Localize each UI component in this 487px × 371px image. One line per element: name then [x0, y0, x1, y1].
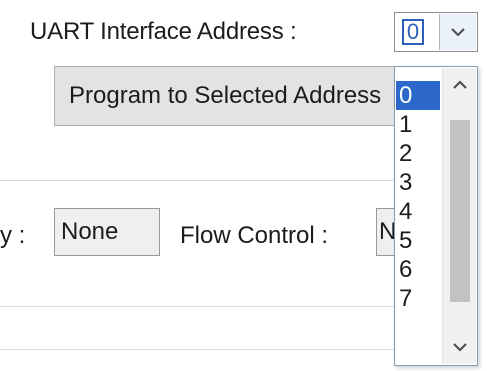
parity-label: y :	[0, 222, 26, 249]
chevron-down-icon[interactable]	[439, 14, 476, 50]
divider	[0, 306, 400, 307]
dropdown-option-6[interactable]: 6	[396, 255, 440, 284]
divider	[0, 180, 400, 181]
dropdown-scrollbar[interactable]	[442, 68, 476, 364]
dropdown-option-2[interactable]: 2	[396, 139, 440, 168]
parity-field[interactable]: None	[54, 208, 160, 256]
dropdown-option-1[interactable]: 1	[396, 110, 440, 139]
uart-address-select[interactable]: 0	[394, 12, 478, 52]
scrollbar-thumb[interactable]	[450, 120, 470, 302]
uart-address-dropdown-list[interactable]: 0 1 2 3 4 5 6 7	[394, 66, 478, 366]
chevron-up-icon[interactable]	[443, 68, 477, 102]
divider	[0, 349, 400, 350]
chevron-down-icon[interactable]	[443, 330, 477, 364]
uart-settings-panel: UART Interface Address : 0 Program to Se…	[0, 0, 487, 371]
dropdown-option-5[interactable]: 5	[396, 226, 440, 255]
dropdown-option-7[interactable]: 7	[396, 284, 440, 313]
flow-control-label: Flow Control :	[180, 222, 329, 249]
uart-address-label: UART Interface Address :	[30, 18, 297, 45]
dropdown-option-0[interactable]: 0	[396, 81, 440, 110]
uart-address-value[interactable]: 0	[402, 19, 424, 45]
dropdown-option-4[interactable]: 4	[396, 197, 440, 226]
dropdown-option-3[interactable]: 3	[396, 168, 440, 197]
program-to-selected-address-button[interactable]: Program to Selected Address	[54, 66, 434, 126]
